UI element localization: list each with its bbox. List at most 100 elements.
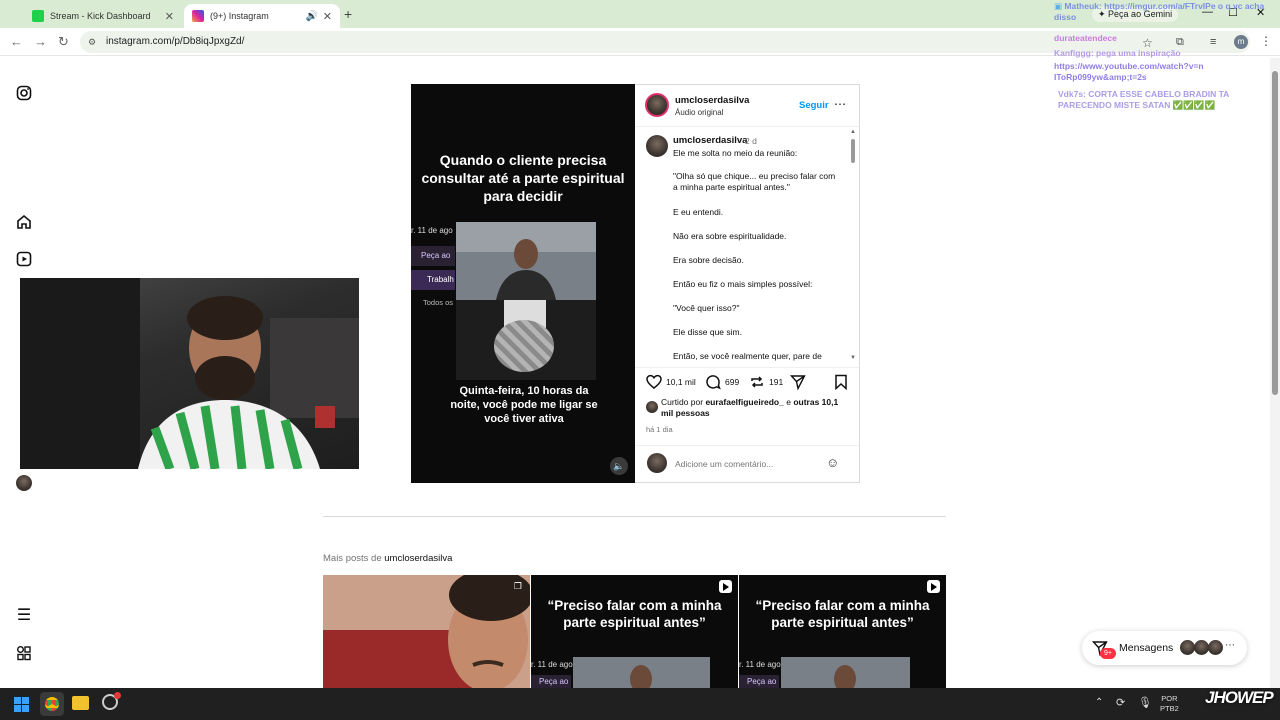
inner-menu-item: Peça ao: [411, 246, 455, 266]
chat-message: ▣ Matheuk: https://imgur.com/a/FTrvIPe o…: [1054, 1, 1265, 22]
follow-button[interactable]: Seguir: [799, 100, 829, 111]
chrome-taskbar-button[interactable]: [40, 692, 64, 716]
post-thumbnail[interactable]: “Preciso falar com a minha parte espirit…: [531, 575, 738, 688]
scroll-down-icon[interactable]: ▼: [850, 355, 856, 361]
stream-chat-overlay: ▣ Matheuk: https://imgur.com/a/FTrvIPe o…: [1054, 0, 1280, 111]
inner-menu-item: Todos os: [423, 298, 454, 307]
webcam-overlay: [20, 278, 359, 469]
comment-icon[interactable]: [705, 374, 721, 395]
audio-toggle-icon[interactable]: 🔈: [610, 457, 628, 475]
audio-label[interactable]: Áudio original: [675, 108, 723, 117]
emoji-icon[interactable]: ☺: [826, 455, 839, 470]
microphone-icon[interactable]: 🎙: [1138, 696, 1152, 709]
post-info-panel: umcloserdasilva Áudio original Seguir ⋯ …: [635, 84, 860, 483]
more-posts-heading: Mais posts de umcloserdasilva: [323, 553, 453, 564]
thumbnail-text: “Preciso falar com a minha parte espirit…: [547, 598, 722, 630]
comment-count[interactable]: 699: [725, 377, 739, 387]
close-icon[interactable]: ✕: [165, 10, 174, 23]
author-username[interactable]: umcloserdasilva: [675, 95, 749, 106]
inner-date: r. 11 de ago: [411, 226, 453, 235]
share-icon[interactable]: [789, 374, 806, 395]
reels-icon[interactable]: [16, 251, 32, 267]
windows-start-icon[interactable]: [14, 697, 29, 712]
like-count[interactable]: 10,1 mil: [666, 377, 696, 387]
chat-icon: ▣: [1054, 1, 1065, 11]
caption-scrollbar[interactable]: [851, 139, 855, 163]
comment-input[interactable]: [675, 457, 815, 471]
caption-line: Ele me solta no meio da reunião:: [673, 148, 798, 158]
tab-kick-dashboard[interactable]: Stream - Kick Dashboard ✕: [24, 4, 182, 28]
post-media[interactable]: Quando o cliente precisa consultar até a…: [411, 84, 635, 483]
language-indicator[interactable]: POR PTB2: [1160, 694, 1179, 714]
repost-icon[interactable]: [749, 374, 765, 395]
caption-line: "Você quer isso?": [673, 303, 740, 313]
reload-icon[interactable]: ↻: [58, 34, 69, 50]
post-thumbnail[interactable]: “Preciso falar com a minha parte espirit…: [739, 575, 946, 688]
like-icon[interactable]: [646, 374, 662, 395]
inner-menu-item: Peça ao: [531, 675, 571, 688]
instagram-logo-icon[interactable]: [16, 85, 32, 101]
commenter-avatar: [647, 453, 667, 473]
instagram-favicon-icon: [192, 10, 204, 22]
close-icon[interactable]: ✕: [323, 10, 332, 23]
tab-title: Stream - Kick Dashboard: [50, 11, 151, 21]
inner-menu-item: Trabalh: [411, 270, 455, 290]
windows-taskbar: ⌃ ⟳ 🎙 POR PTB2 JHOWEP: [0, 688, 1280, 720]
video-frame-person: [456, 222, 596, 300]
video-frame-person: [573, 657, 710, 688]
save-icon[interactable]: [833, 374, 849, 395]
chat-message: Vdk7s: CORTA ESSE CABELO BRADIN TA PAREC…: [1058, 89, 1229, 110]
caption-line: Então, se você realmente quer, pare de: [673, 351, 822, 361]
file-explorer-icon[interactable]: [72, 696, 89, 710]
kick-icon: [32, 10, 44, 22]
profile-avatar-icon[interactable]: [16, 475, 32, 491]
contact-avatar: [1180, 640, 1195, 655]
back-icon[interactable]: ←: [10, 34, 23, 49]
new-tab-button[interactable]: +: [344, 6, 352, 22]
reel-icon: [927, 580, 940, 593]
more-options-icon[interactable]: ⋯: [834, 97, 846, 111]
thumbnail-text: “Preciso falar com a minha parte espirit…: [755, 598, 930, 630]
post-thumbnail[interactable]: ❐: [323, 575, 530, 688]
liked-by-avatar: [646, 401, 658, 413]
more-icon: ⋯: [1225, 640, 1235, 651]
scroll-up-icon[interactable]: ▲: [850, 129, 856, 135]
divider: [635, 126, 859, 127]
home-icon[interactable]: [16, 214, 32, 230]
divider: [635, 367, 859, 368]
author-avatar[interactable]: [645, 93, 669, 117]
section-divider: [323, 516, 946, 517]
caption-username[interactable]: umcloserdasilva: [673, 135, 747, 146]
post-timestamp: há 1 dia: [646, 425, 673, 434]
site-info-icon[interactable]: ⚙: [88, 37, 96, 48]
caption-line: Era sobre decisão.: [673, 255, 744, 265]
reel-icon: [719, 580, 732, 593]
caption-age: 2 d: [745, 136, 757, 146]
contact-avatar: [1194, 640, 1209, 655]
speaker-icon[interactable]: 🔊: [306, 11, 318, 22]
repost-count[interactable]: 191: [769, 377, 783, 387]
carousel-icon: ❐: [513, 581, 522, 591]
tab-title: (9+) Instagram: [210, 11, 269, 21]
forward-icon[interactable]: →: [34, 34, 47, 49]
messages-button[interactable]: 9+ Mensagens ⋯: [1082, 631, 1247, 665]
tray-app-icon[interactable]: ⟳: [1116, 696, 1125, 709]
caption-author-avatar[interactable]: [646, 135, 668, 157]
app-icon[interactable]: [102, 692, 121, 710]
chat-message: https://www.youtube.com/watch?v=nIToRp09…: [1054, 61, 1204, 82]
also-from-meta-icon[interactable]: [16, 645, 32, 661]
caption-line: E eu entendi.: [673, 207, 724, 217]
chrome-icon: [45, 697, 59, 711]
video-frame-person: [781, 657, 910, 688]
page-scrollbar[interactable]: [1270, 58, 1280, 688]
chat-message: durateatendece: [1054, 33, 1117, 43]
messages-label: Mensagens: [1119, 642, 1174, 654]
liked-by-text[interactable]: Curtido por eurafaelfigueiredo_ e outras…: [661, 397, 851, 419]
tray-expand-icon[interactable]: ⌃: [1095, 697, 1103, 708]
inner-date: r. 11 de ago: [739, 660, 781, 669]
thumbnail-image: [323, 575, 530, 688]
streamer-webcam-image: [20, 278, 359, 469]
more-menu-icon[interactable]: ☰: [16, 608, 32, 624]
tab-instagram[interactable]: (9+) Instagram 🔊 ✕: [184, 4, 340, 28]
divider: [635, 445, 859, 446]
